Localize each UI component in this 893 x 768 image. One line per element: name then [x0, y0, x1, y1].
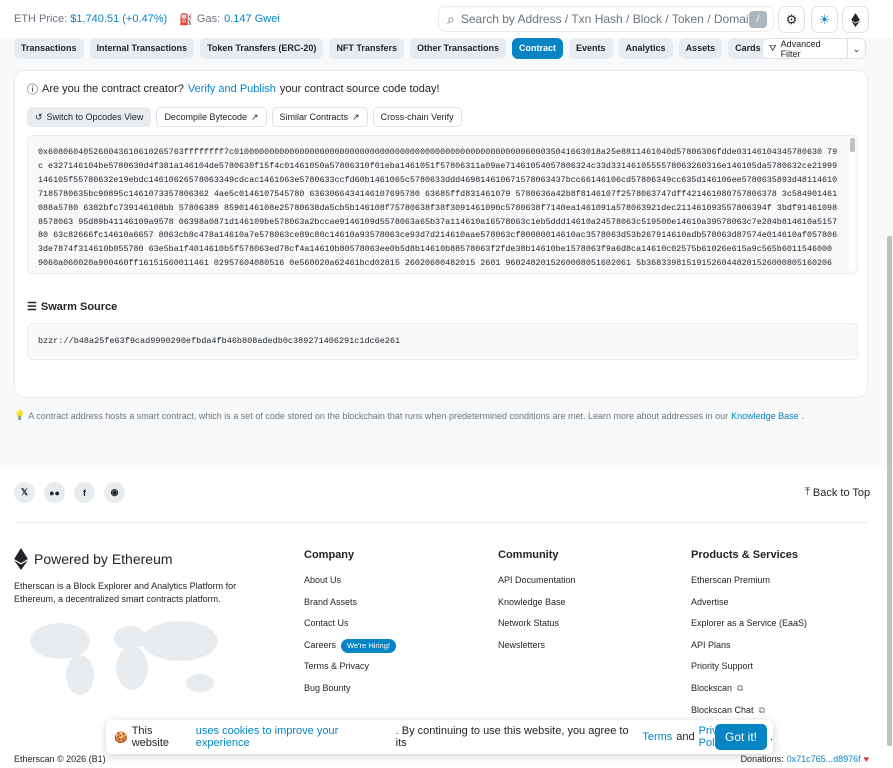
- search-icon: ⌕: [447, 10, 455, 27]
- search-placeholder: Search by Address / Txn Hash / Block / T…: [460, 12, 749, 26]
- filter-icon: ⛛: [769, 43, 777, 53]
- footer-link[interactable]: Careers We're Hiring!: [304, 635, 396, 657]
- footer-link[interactable]: Terms & Privacy: [304, 656, 396, 678]
- decompile-bytecode-button[interactable]: Decompile Bytecode ↗: [156, 107, 267, 127]
- info-circle-icon: ⓘ: [27, 84, 38, 96]
- tab-other-transactions[interactable]: Other Transactions: [409, 38, 506, 59]
- reddit-icon[interactable]: ◉: [104, 482, 125, 503]
- footer-link[interactable]: Brand Assets: [304, 592, 396, 614]
- social-links: 𝕏 ●● f ◉: [14, 482, 125, 503]
- divider: [14, 522, 868, 523]
- verify-publish-link[interactable]: Verify and Publish: [188, 83, 276, 95]
- bytecode-textarea[interactable]: 0x608060405260043610610265763ffffffff7c0…: [27, 135, 858, 274]
- footer-link[interactable]: Blockscan ⧉: [691, 678, 807, 700]
- back-to-top-link[interactable]: ⤒ Back to Top: [805, 486, 870, 499]
- copyright: Etherscan © 2026 (B1): [14, 754, 106, 764]
- footer-link[interactable]: Newsletters: [498, 635, 576, 657]
- tab-transactions[interactable]: Transactions: [14, 38, 84, 59]
- cookie-icon: 🍪: [114, 731, 128, 744]
- footer-link[interactable]: About Us: [304, 570, 396, 592]
- brand: Powered by Ethereum: [14, 548, 173, 570]
- footer-link[interactable]: Advertise: [691, 592, 807, 614]
- theme-toggle-button[interactable]: ☀: [811, 6, 838, 33]
- column-title: Products & Services: [691, 549, 798, 561]
- contract-card: ⓘ Are you the contract creator? Verify a…: [14, 70, 868, 398]
- hiring-badge[interactable]: We're Hiring!: [341, 638, 396, 653]
- settings-gear-button[interactable]: ⚙: [778, 6, 805, 33]
- footer-column-company: Company About Us Brand Assets Contact Us…: [304, 549, 396, 700]
- gas-value[interactable]: 0.147 Gwei: [224, 13, 280, 25]
- gear-icon: ⚙: [785, 11, 798, 27]
- external-arrow-icon: ↗: [250, 111, 259, 122]
- brand-description: Etherscan is a Block Explorer and Analyt…: [14, 581, 237, 604]
- bytecode-text: 0x608060405260043610610265763ffffffff7c0…: [38, 147, 838, 273]
- eth-price: ETH Price: $1,740.51 (+0.47%): [14, 13, 168, 25]
- advanced-filter-button[interactable]: ⛛ Advanced Filter ⌄: [762, 38, 866, 59]
- footer-link[interactable]: Priority Support: [691, 656, 807, 678]
- footer-link[interactable]: API Documentation: [498, 570, 576, 592]
- tab-contract[interactable]: Contract: [512, 38, 564, 59]
- got-it-button[interactable]: Got it!: [715, 724, 767, 750]
- footer-link[interactable]: Bug Bounty: [304, 678, 396, 700]
- tab-bar: Transactions Internal Transactions Token…: [14, 38, 768, 60]
- external-link-icon: ⧉: [737, 682, 744, 693]
- creator-prompt: ⓘ Are you the contract creator? Verify a…: [27, 83, 440, 96]
- info-note: 💡 A contract address hosts a smart contr…: [14, 410, 805, 421]
- column-title: Company: [304, 549, 355, 561]
- x-twitter-icon[interactable]: 𝕏: [14, 482, 35, 503]
- switch-opcodes-button[interactable]: ↺ Switch to Opcodes View: [27, 107, 152, 127]
- arrow-up-icon: ⤒: [805, 486, 810, 498]
- bytecode-actions: ↺ Switch to Opcodes View Decompile Byteco…: [27, 107, 462, 127]
- ethereum-logo-icon: [14, 548, 28, 570]
- search-shortcut-key: /: [749, 11, 767, 28]
- network-switch-button[interactable]: [842, 6, 869, 33]
- tab-events[interactable]: Events: [569, 38, 613, 59]
- footer-link[interactable]: Knowledge Base: [498, 592, 576, 614]
- footer-link[interactable]: Explorer as a Service (EaaS): [691, 613, 807, 635]
- column-title: Community: [498, 549, 559, 561]
- terms-link[interactable]: Terms: [642, 731, 672, 743]
- swarm-source-heading: ☰ Swarm Source: [27, 300, 118, 314]
- cookie-banner: 🍪 This website uses cookies to improve y…: [106, 720, 773, 754]
- similar-contracts-button[interactable]: Similar Contracts ↗: [271, 107, 368, 127]
- footer-link[interactable]: API Plans: [691, 635, 807, 657]
- donation-address-link[interactable]: 0x71c765...d8976f: [787, 754, 861, 764]
- donations: Donations: 0x71c765...d8976f ♥: [740, 754, 869, 764]
- tab-token-transfers[interactable]: Token Transfers (ERC-20): [200, 38, 324, 59]
- knowledge-base-link[interactable]: Knowledge Base: [731, 411, 799, 421]
- footer-link[interactable]: Etherscan Premium: [691, 570, 807, 592]
- eth-price-value[interactable]: $1,740.51 (+0.47%): [70, 13, 167, 25]
- gas-price: ⛽ Gas: 0.147 Gwei: [179, 13, 280, 26]
- footer-link[interactable]: Contact Us: [304, 613, 396, 635]
- lightbulb-icon: 💡: [14, 410, 26, 420]
- medium-icon[interactable]: ●●: [44, 482, 65, 503]
- swarm-source-field[interactable]: bzzr://b48a25fe63f9cad9990290efbda4fb46b…: [27, 323, 858, 360]
- main-content: Transactions Internal Transactions Token…: [0, 38, 893, 468]
- external-link-icon: ⧉: [758, 704, 765, 715]
- tab-nft-transfers[interactable]: NFT Transfers: [329, 38, 404, 59]
- cookies-policy-link[interactable]: uses cookies to improve your experience: [196, 725, 392, 749]
- chevron-down-icon[interactable]: ⌄: [847, 39, 865, 58]
- bytecode-scrollbar[interactable]: [849, 138, 855, 271]
- footer-link[interactable]: Network Status: [498, 613, 576, 635]
- footer-link[interactable]: Blockscan Chat ⧉: [691, 700, 807, 722]
- page-scrollbar[interactable]: [887, 236, 892, 746]
- external-arrow-icon: ↗: [352, 111, 360, 122]
- heart-icon: ♥: [863, 754, 869, 764]
- footer-column-community: Community API Documentation Knowledge Ba…: [498, 549, 576, 656]
- cross-chain-verify-button[interactable]: Cross-chain Verify: [372, 107, 462, 127]
- facebook-icon[interactable]: f: [74, 482, 95, 503]
- tab-assets[interactable]: Assets: [678, 38, 723, 59]
- undo-icon: ↺: [35, 111, 43, 122]
- ethereum-icon: [851, 12, 860, 27]
- world-map-icon: [30, 621, 218, 695]
- tab-internal-transactions[interactable]: Internal Transactions: [89, 38, 195, 59]
- tab-analytics[interactable]: Analytics: [618, 38, 673, 59]
- footer-column-products: Products & Services Etherscan Premium Ad…: [691, 549, 807, 721]
- gas-pump-icon: ⛽: [179, 13, 193, 26]
- search-input[interactable]: ⌕ Search by Address / Txn Hash / Block /…: [438, 6, 774, 32]
- database-icon: ☰: [27, 301, 37, 313]
- sun-icon: ☀: [818, 11, 831, 27]
